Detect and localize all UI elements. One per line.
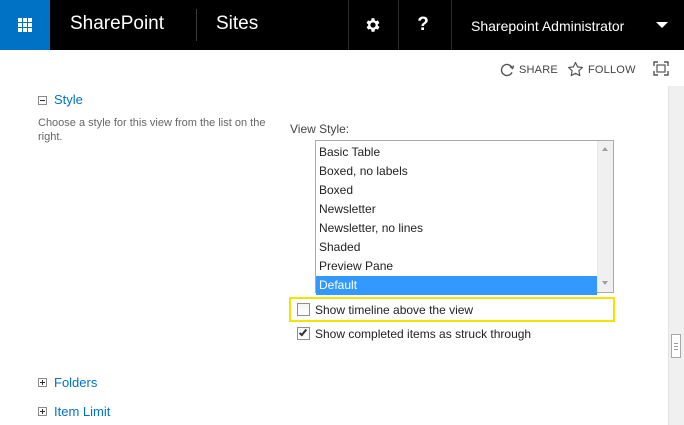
style-section-title[interactable]: Style	[54, 92, 83, 108]
folders-section-title[interactable]: Folders	[54, 375, 97, 391]
app-launcher-button[interactable]	[0, 0, 50, 50]
checkmark-icon	[298, 327, 308, 337]
listbox-option[interactable]: Boxed	[316, 181, 597, 200]
timeline-checkbox-label[interactable]: Show timeline above the view	[315, 302, 473, 318]
focus-on-content-icon[interactable]	[653, 61, 669, 76]
scroll-up-icon[interactable]	[602, 147, 608, 151]
sites-link[interactable]: Sites	[216, 12, 258, 36]
listbox-option[interactable]: Newsletter, no lines	[316, 219, 597, 238]
user-menu-button[interactable]: Sharepoint Administrator	[471, 17, 624, 35]
struck-through-checkbox[interactable]	[297, 327, 310, 340]
share-button[interactable]: SHARE	[519, 64, 558, 76]
page-scrollbar[interactable]	[668, 86, 684, 425]
struck-through-checkbox-label[interactable]: Show completed items as struck through	[315, 326, 531, 342]
listbox-option[interactable]: Basic Table	[316, 143, 597, 162]
waffle-grid-icon	[0, 0, 50, 50]
expand-icon[interactable]	[38, 407, 47, 416]
view-style-label: View Style:	[290, 122, 350, 136]
expand-icon[interactable]	[38, 378, 47, 387]
brand-link[interactable]: SharePoint	[70, 12, 164, 36]
suite-bar-divider	[451, 0, 452, 50]
listbox-option-selected[interactable]: Default	[316, 276, 597, 295]
share-icon[interactable]	[499, 62, 515, 78]
view-style-listbox[interactable]: Basic Table Boxed, no labels Boxed Newsl…	[315, 140, 614, 295]
collapse-icon[interactable]	[38, 96, 47, 105]
listbox-option[interactable]: Preview Pane	[316, 257, 597, 276]
caret-down-icon[interactable]	[656, 22, 668, 28]
listbox-scrollbar[interactable]	[597, 141, 613, 292]
scroll-down-icon[interactable]	[602, 281, 608, 285]
timeline-checkbox[interactable]	[297, 303, 310, 316]
settings-button[interactable]	[349, 0, 397, 50]
star-icon[interactable]	[567, 61, 584, 78]
help-button[interactable]: ?	[399, 0, 447, 50]
listbox-option[interactable]: Boxed, no labels	[316, 162, 597, 181]
item-limit-section-title[interactable]: Item Limit	[54, 404, 110, 420]
style-section-description: Choose a style for this view from the li…	[38, 117, 266, 143]
page-scrollbar-thumb[interactable]	[671, 334, 681, 358]
follow-button[interactable]: FOLLOW	[588, 64, 636, 76]
suite-bar-divider	[196, 9, 197, 41]
gear-icon	[366, 18, 380, 32]
listbox-option[interactable]: Newsletter	[316, 200, 597, 219]
listbox-option[interactable]: Shaded	[316, 238, 597, 257]
